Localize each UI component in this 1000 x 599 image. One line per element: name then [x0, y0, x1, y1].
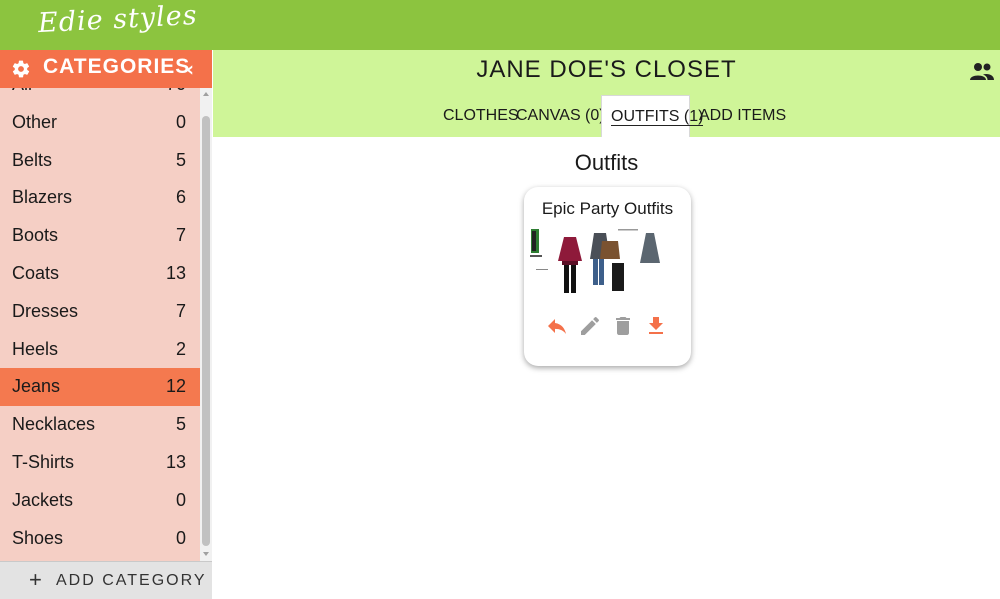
category-count: 5	[175, 414, 186, 435]
category-count: 2	[175, 338, 186, 359]
category-count: 7	[175, 300, 186, 321]
category-label: Necklaces	[12, 414, 96, 435]
sidebar-item-jackets[interactable]: Jackets 0	[0, 482, 200, 520]
tab-add-items-label: ADD ITEMS	[699, 107, 787, 124]
category-count: 6	[175, 187, 186, 208]
category-label: Belts	[12, 149, 53, 170]
top-bar: Edie styles	[0, 0, 1000, 50]
sidebar-title: CATEGORIES	[43, 55, 191, 78]
sidebar-item-belts[interactable]: Belts 5	[0, 142, 200, 180]
category-label: Shoes	[12, 527, 64, 548]
category-list-inner: All70Other0Belts5Blazers6Boots7Coats13Dr…	[0, 88, 200, 557]
category-label: Blazers	[12, 187, 73, 208]
sidebar-item-dresses[interactable]: Dresses 7	[0, 293, 200, 331]
category-count: 5	[175, 149, 186, 170]
tab-canvas[interactable]: CANVAS (0)	[516, 95, 605, 137]
category-count: 0	[175, 111, 186, 132]
sidebar-item-blazers[interactable]: Blazers 6	[0, 179, 200, 217]
add-category-button[interactable]: + ADD CATEGORY	[0, 561, 212, 599]
gear-icon[interactable]	[11, 59, 31, 79]
download-icon[interactable]	[644, 314, 668, 338]
tab-outfits-label: OUTFITS (1)	[611, 108, 704, 126]
outfit-card[interactable]: Epic Party Outfits	[524, 187, 691, 366]
tab-clothes[interactable]: CLOTHES	[443, 95, 519, 137]
sidebar-item-jeans[interactable]: Jeans 12	[0, 368, 200, 407]
scroll-down-arrow-icon[interactable]	[202, 550, 210, 558]
sidebar-item-coats[interactable]: Coats 13	[0, 255, 200, 293]
sidebar-item-necklaces[interactable]: Necklaces 5	[0, 406, 200, 444]
sidebar-item-heels[interactable]: Heels 2	[0, 331, 200, 369]
category-label: Jackets	[12, 489, 74, 510]
pencil-icon[interactable]	[578, 314, 602, 338]
sidebar-item-boots[interactable]: Boots 7	[0, 217, 200, 255]
plus-icon: +	[29, 567, 44, 592]
scrollbar-thumb[interactable]	[202, 116, 210, 546]
category-count: 7	[175, 225, 186, 246]
category-label: Other	[12, 111, 58, 132]
collapse-sidebar-icon[interactable]: ‹	[183, 59, 197, 79]
category-count: 0	[175, 527, 186, 548]
outfits-heading: Outfits	[574, 150, 639, 175]
sidebar-item-all[interactable]: All 70	[0, 88, 200, 104]
category-count: 13	[165, 451, 186, 472]
category-count: 0	[175, 489, 186, 510]
outfit-preview-image[interactable]	[530, 229, 685, 299]
category-label: All	[12, 88, 32, 95]
scroll-up-arrow-icon[interactable]	[202, 90, 210, 98]
page-title: JANE DOE'S CLOSET	[476, 56, 737, 83]
category-label: Heels	[12, 338, 59, 359]
category-label: Jeans	[12, 376, 61, 397]
trash-icon[interactable]	[611, 314, 635, 338]
category-label: Dresses	[12, 300, 79, 321]
outfit-card-actions	[524, 314, 691, 338]
category-label: Boots	[12, 225, 59, 246]
sidebar-item-t-shirts[interactable]: T-Shirts 13	[0, 444, 200, 482]
undo-icon[interactable]	[545, 314, 569, 338]
people-icon[interactable]	[970, 62, 994, 82]
category-list: All70Other0Belts5Blazers6Boots7Coats13Dr…	[0, 88, 200, 561]
tab-outfits[interactable]: OUTFITS (1)	[601, 95, 704, 137]
categories-sidebar: CATEGORIES ‹ All70Other0Belts5Blazers6Bo…	[0, 50, 212, 599]
outfit-card-title: Epic Party Outfits	[541, 199, 674, 218]
sidebar-item-other[interactable]: Other 0	[0, 104, 200, 142]
category-count: 13	[165, 262, 186, 283]
category-count: 12	[165, 376, 186, 397]
closet-header: JANE DOE'S CLOSET CLOTHES CANVAS (0) OUT…	[213, 50, 1000, 137]
category-label: Coats	[12, 262, 60, 283]
tab-add-items[interactable]: ADD ITEMS	[699, 95, 786, 137]
sidebar-scrollbar[interactable]	[200, 88, 212, 561]
app-logo[interactable]: Edie styles	[37, 0, 198, 39]
category-label: T-Shirts	[12, 451, 75, 472]
sidebar-header: CATEGORIES ‹	[0, 50, 212, 88]
tab-clothes-label: CLOTHES	[443, 107, 519, 124]
add-category-label: ADD CATEGORY	[56, 572, 207, 589]
sidebar-item-shoes[interactable]: Shoes 0	[0, 520, 200, 558]
tab-canvas-label: CANVAS (0)	[516, 107, 605, 124]
category-count: 70	[166, 88, 186, 95]
